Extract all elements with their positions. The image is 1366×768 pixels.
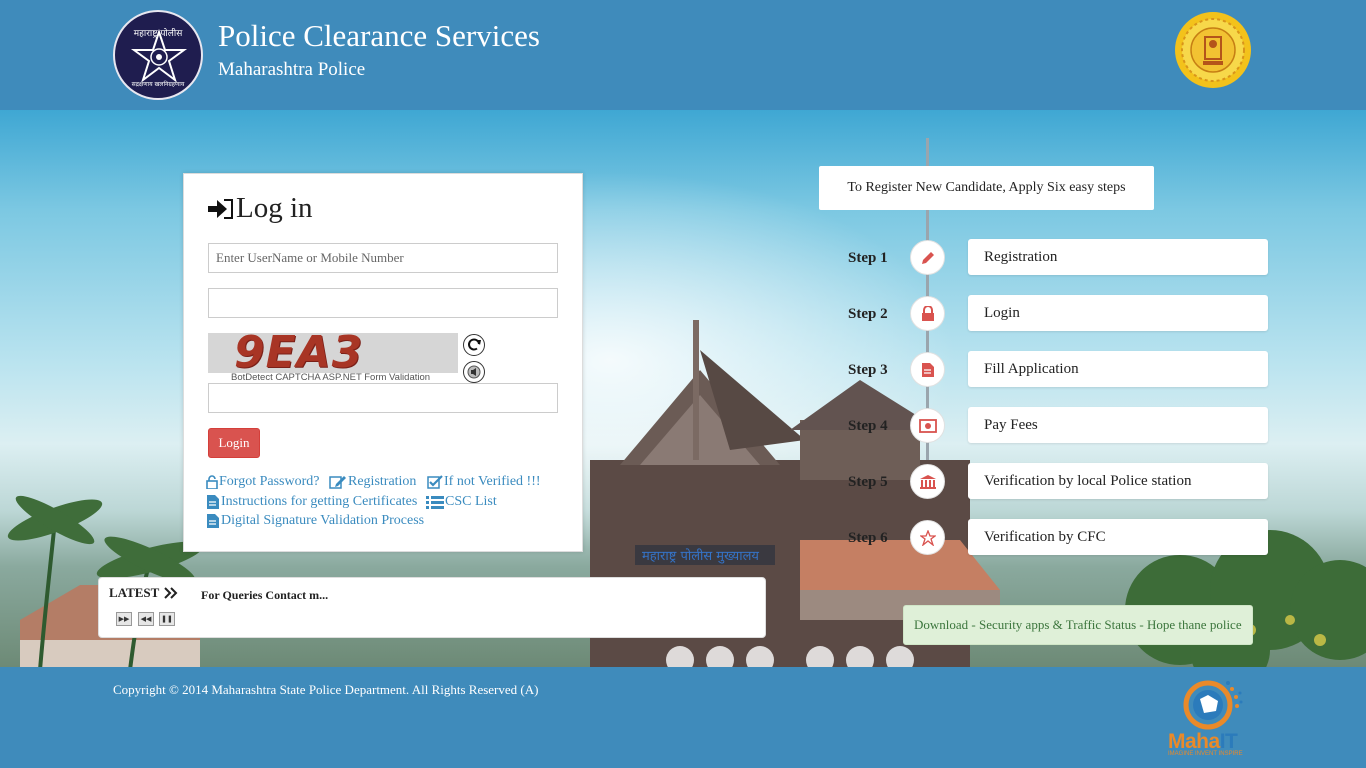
logo-bottom-text: सद्रक्षणाय खलनिग्रहणाय xyxy=(131,81,185,88)
login-heading: Log in xyxy=(208,192,313,225)
digital-signature-link[interactable]: Digital Signature Validation Process xyxy=(206,513,424,529)
registration-label: Registration xyxy=(348,474,417,489)
login-panel: Log in 9EA3 BotDetect CAPTCHA ASP.NET Fo… xyxy=(183,173,583,552)
registration-link[interactable]: Registration xyxy=(329,474,416,490)
instructions-label: Instructions for getting Certificates xyxy=(221,494,418,509)
step-2-label: Step 2 xyxy=(848,306,888,322)
site-footer: Copyright © 2014 Maharashtra State Polic… xyxy=(0,667,1366,768)
svg-text:महाराष्ट्र पोलीस मुख्यालय: महाराष्ट्र पोलीस मुख्यालय xyxy=(642,548,759,564)
fast-forward-icon: ▶▶ xyxy=(118,615,130,623)
step-3-label: Step 3 xyxy=(848,362,888,378)
step-4-icon-badge xyxy=(910,408,945,443)
captcha-input[interactable] xyxy=(208,383,558,413)
site-title: Police Clearance Services xyxy=(218,18,540,53)
step-6-label: Step 6 xyxy=(848,530,888,546)
copyright-text: Copyright © 2014 Maharashtra State Polic… xyxy=(113,682,539,697)
latest-label: LATEST xyxy=(109,585,178,601)
refresh-icon xyxy=(468,338,481,351)
step-5-icon-badge xyxy=(910,464,945,499)
csc-list-label: CSC List xyxy=(445,494,497,509)
bank-icon xyxy=(919,474,936,489)
double-chevron-right-icon xyxy=(164,587,178,599)
pause-icon: ❚❚ xyxy=(161,615,173,623)
captcha-caption: BotDetect CAPTCHA ASP.NET Form Validatio… xyxy=(231,372,431,383)
step-4-pay-fees[interactable]: Pay Fees xyxy=(968,407,1268,443)
mahait-name-it: IT xyxy=(1219,730,1238,753)
login-button[interactable]: Login xyxy=(208,428,260,458)
speaker-icon xyxy=(467,365,481,379)
check-square-icon xyxy=(427,475,443,489)
step-6-cfc-verification[interactable]: Verification by CFC xyxy=(968,519,1268,555)
site-header: महाराष्ट्र पोलीस सद्रक्षणाय खलनिग्रहणाय … xyxy=(0,0,1366,110)
ticker-pause-button[interactable]: ❚❚ xyxy=(159,612,175,626)
forgot-password-label: Forgot Password? xyxy=(219,474,320,489)
star-icon xyxy=(919,529,936,546)
lock-icon xyxy=(921,305,934,321)
password-input[interactable] xyxy=(208,288,558,318)
step-2-icon-badge xyxy=(910,296,945,331)
mahait-tagline: IMAGINE INVENT INSPIRE xyxy=(1168,751,1243,757)
captcha-image: 9EA3 xyxy=(208,333,458,373)
instructions-link[interactable]: Instructions for getting Certificates xyxy=(206,494,417,510)
download-apps-link[interactable]: Download - Security apps & Traffic Statu… xyxy=(903,605,1253,645)
list-icon xyxy=(426,496,444,509)
not-verified-label: If not Verified !!! xyxy=(444,474,541,489)
ticker-prev-button[interactable]: ◀◀ xyxy=(138,612,154,626)
site-subtitle: Maharashtra Police xyxy=(218,59,366,80)
username-input[interactable] xyxy=(208,243,558,273)
rewind-icon: ◀◀ xyxy=(140,615,152,623)
step-3-fill-application[interactable]: Fill Application xyxy=(968,351,1268,387)
captcha-reload-button[interactable] xyxy=(463,334,485,356)
sign-in-icon xyxy=(208,198,233,219)
latest-news-bar: LATEST For Queries Contact m... ▶▶ ◀◀ ❚❚ xyxy=(98,577,766,638)
document-icon xyxy=(921,362,934,377)
step-3-icon-badge xyxy=(910,352,945,387)
digital-signature-label: Digital Signature Validation Process xyxy=(221,513,425,528)
captcha-sound-button[interactable] xyxy=(463,361,485,383)
ticker-next-button[interactable]: ▶▶ xyxy=(116,612,132,626)
login-heading-text: Log in xyxy=(236,192,313,224)
edit-icon xyxy=(329,476,346,489)
step-4-label: Step 4 xyxy=(848,418,888,434)
step-5-label: Step 5 xyxy=(848,474,888,490)
unlock-icon xyxy=(206,475,218,489)
step-1-registration[interactable]: Registration xyxy=(968,239,1268,275)
step-2-login[interactable]: Login xyxy=(968,295,1268,331)
latest-label-text: LATEST xyxy=(109,585,160,600)
pencil-icon xyxy=(921,251,934,264)
maharashtra-police-logo[interactable]: महाराष्ट्र पोलीस सद्रक्षणाय खलनिग्रहणाय xyxy=(113,10,203,100)
steps-title: To Register New Candidate, Apply Six eas… xyxy=(819,166,1154,210)
not-verified-link[interactable]: If not Verified !!! xyxy=(427,474,541,490)
captcha-code: 9EA3 xyxy=(234,333,364,373)
step-5-police-verification[interactable]: Verification by local Police station xyxy=(968,463,1268,499)
file-text-icon xyxy=(207,495,219,509)
file-text-icon xyxy=(207,514,219,528)
step-1-label: Step 1 xyxy=(848,250,888,266)
maharashtra-emblem-icon xyxy=(1175,12,1251,88)
money-icon xyxy=(918,418,937,433)
police-star-icon xyxy=(130,28,188,83)
step-6-icon-badge xyxy=(910,520,945,555)
mahait-name-maha: Maha xyxy=(1168,730,1220,753)
step-1-icon-badge xyxy=(910,240,945,275)
latest-news-text[interactable]: For Queries Contact m... xyxy=(201,588,328,603)
csc-list-link[interactable]: CSC List xyxy=(426,494,497,510)
forgot-password-link[interactable]: Forgot Password? xyxy=(206,474,319,490)
